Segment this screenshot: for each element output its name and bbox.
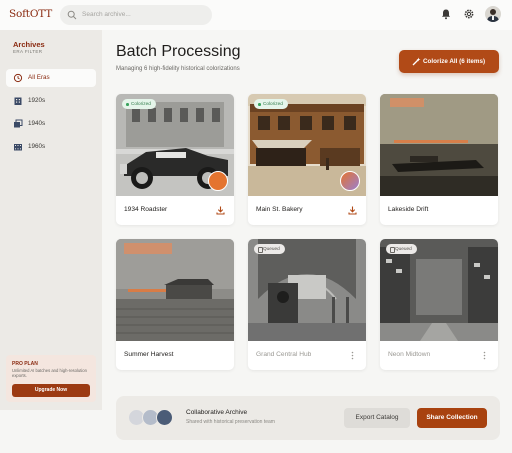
sidebar-item-label: All Eras: [28, 74, 50, 81]
brand-logo[interactable]: SoftOTT: [9, 8, 52, 20]
status-badge: Colorized: [122, 99, 156, 109]
sidebar-item-label: 1960s: [28, 143, 46, 150]
batch-card-harvest[interactable]: Summer Harvest: [116, 239, 234, 370]
pro-plan-description: Unlimited AI batches and high-resolution…: [12, 368, 87, 379]
magic-wand-icon: [412, 57, 421, 66]
sidebar-item-all-eras[interactable]: All Eras: [6, 69, 96, 87]
page-title: Batch Processing: [116, 43, 241, 60]
bell-icon[interactable]: [440, 8, 452, 20]
collaborative-archive-bar: Collaborative Archive Shared with histor…: [116, 396, 500, 440]
search-icon: [67, 10, 77, 20]
download-icon[interactable]: [348, 206, 357, 215]
collab-description: Shared with historical preservation team: [186, 419, 275, 425]
card-title: Main St. Bakery: [256, 206, 303, 213]
card-title: Summer Harvest: [124, 351, 174, 358]
batch-card-grand-central[interactable]: Queued Grand Central Hub: [248, 239, 366, 370]
film-icon: [14, 144, 22, 151]
colorize-all-label: Colorize All (6 items): [423, 58, 486, 65]
card-title: Neon Midtown: [388, 351, 431, 358]
card-image: Colorized: [116, 94, 234, 196]
collaborator-avatar: [156, 409, 173, 426]
upgrade-button[interactable]: Upgrade Now: [12, 384, 90, 397]
colorize-all-button[interactable]: Colorize All (6 items): [399, 50, 499, 73]
batch-card-lakeside[interactable]: Lakeside Drift: [380, 94, 498, 225]
export-catalog-button[interactable]: Export Catalog: [344, 408, 410, 428]
status-badge: Queued: [254, 244, 285, 254]
sidebar-item-1960s[interactable]: 1960s: [6, 138, 96, 156]
avatar[interactable]: [485, 6, 501, 22]
search-input[interactable]: Search archive...: [60, 5, 212, 25]
collab-title: Collaborative Archive: [186, 409, 248, 416]
history-icon: [13, 73, 23, 83]
more-vertical-icon[interactable]: [348, 351, 357, 360]
pro-plan-card: PRO PLAN Unlimited AI batches and high-r…: [6, 355, 96, 402]
card-image: Queued: [380, 239, 498, 341]
sidebar-item-1940s[interactable]: 1940s: [6, 115, 96, 133]
status-badge: Colorized: [254, 99, 288, 109]
more-vertical-icon[interactable]: [480, 351, 489, 360]
top-bar: SoftOTT Search archive...: [0, 0, 512, 30]
card-image: [116, 239, 234, 341]
gallery-icon: [14, 119, 23, 128]
share-collection-button[interactable]: Share Collection: [417, 408, 487, 428]
status-badge: Queued: [386, 244, 417, 254]
pro-plan-title: PRO PLAN: [12, 361, 38, 367]
download-icon[interactable]: [216, 206, 225, 215]
batch-card-neon-midtown[interactable]: Queued Neon Midtown: [380, 239, 498, 370]
gear-icon[interactable]: [463, 8, 475, 20]
sidebar-item-1920s[interactable]: 1920s: [6, 92, 96, 110]
sidebar-subtitle: ERA FILTER: [13, 49, 43, 54]
card-image: Colorized: [248, 94, 366, 196]
sidebar: Archives ERA FILTER All Eras 1920s 1940s…: [0, 30, 102, 410]
color-preview-thumb[interactable]: [208, 171, 228, 191]
card-title: Lakeside Drift: [388, 206, 429, 213]
batch-card-bakery[interactable]: Colorized Main St. Bakery: [248, 94, 366, 225]
card-title: Grand Central Hub: [256, 351, 312, 358]
page-subtitle: Managing 6 high-fidelity historical colo…: [116, 66, 240, 72]
building-icon: [14, 97, 22, 105]
card-image: Queued: [248, 239, 366, 341]
search-placeholder: Search archive...: [82, 11, 131, 18]
color-preview-thumb[interactable]: [340, 171, 360, 191]
card-image: [380, 94, 498, 196]
batch-card-roadster[interactable]: Colorized 1934 Roadster: [116, 94, 234, 225]
sidebar-title: Archives: [13, 40, 45, 49]
card-title: 1934 Roadster: [124, 206, 168, 213]
sidebar-item-label: 1940s: [28, 120, 46, 127]
sidebar-item-label: 1920s: [28, 97, 46, 104]
